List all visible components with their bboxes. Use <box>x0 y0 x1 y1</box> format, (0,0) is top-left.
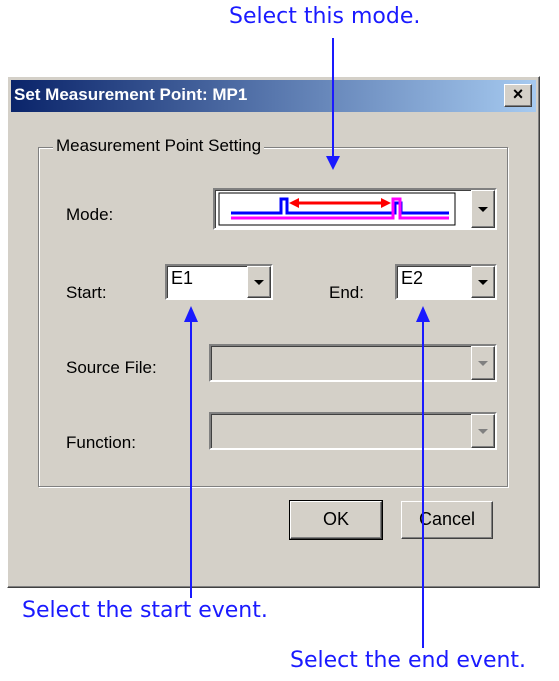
start-event-value: E1 <box>171 268 194 288</box>
mode-select[interactable] <box>213 188 497 230</box>
chevron-down-icon <box>478 207 488 212</box>
source-file-select[interactable] <box>209 344 497 382</box>
end-event-value: E2 <box>401 268 424 288</box>
start-event-select[interactable]: E1 <box>165 264 273 300</box>
waveform-interval-icon <box>218 192 456 226</box>
source-file-label: Source File: <box>66 358 157 377</box>
end-event-select[interactable]: E2 <box>395 264 497 300</box>
annotation-select-end: Select the end event. <box>290 648 527 673</box>
measurement-point-setting-group: Measurement Point Setting Mode: Start: E… <box>38 136 508 487</box>
function-label: Function: <box>66 433 136 452</box>
chevron-down-icon <box>478 280 488 285</box>
title-bar: Set Measurement Point: MP1 × <box>11 80 536 112</box>
close-button[interactable]: × <box>504 84 532 107</box>
function-select[interactable] <box>209 412 497 450</box>
annotation-select-mode: Select this mode. <box>229 4 421 29</box>
end-dropdown-button[interactable] <box>471 266 495 298</box>
ok-button[interactable]: OK <box>289 500 383 540</box>
annotation-select-start: Select the start event. <box>22 598 268 623</box>
start-dropdown-button[interactable] <box>247 266 271 298</box>
start-label: Start: <box>66 283 107 302</box>
mode-label: Mode: <box>66 205 114 224</box>
chevron-down-icon <box>478 361 488 366</box>
source-file-dropdown-button[interactable] <box>471 346 495 380</box>
set-measurement-point-dialog: Set Measurement Point: MP1 × Measurement… <box>7 76 540 588</box>
close-icon: × <box>512 84 524 104</box>
mode-dropdown-button[interactable] <box>471 190 495 228</box>
function-dropdown-button[interactable] <box>471 414 495 448</box>
chevron-down-icon <box>478 429 488 434</box>
cancel-button[interactable]: Cancel <box>401 501 493 539</box>
dialog-title: Set Measurement Point: MP1 <box>14 85 248 104</box>
end-label: End: <box>329 283 364 302</box>
chevron-down-icon <box>254 280 264 285</box>
group-label: Measurement Point Setting <box>53 136 265 156</box>
